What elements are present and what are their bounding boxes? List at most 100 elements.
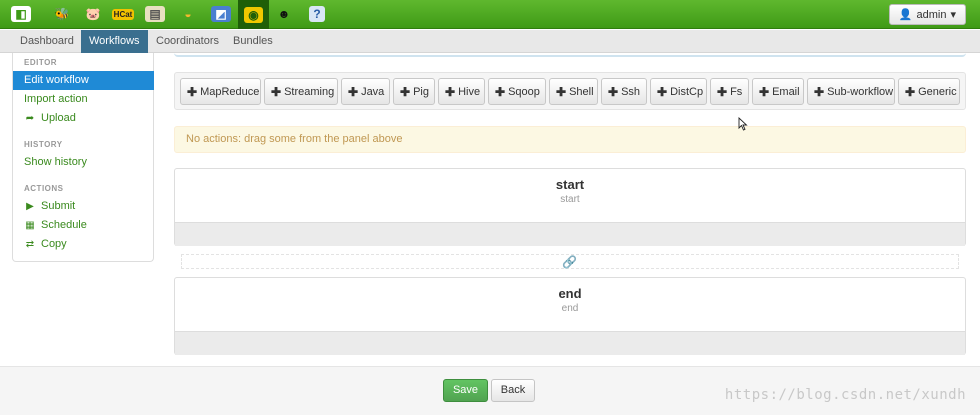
calendar-icon: ▦: [25, 220, 35, 231]
add-java-action-button[interactable]: ✚ Java: [341, 78, 390, 105]
add-sub-workflow-action-button[interactable]: ✚ Sub-workflow: [807, 78, 895, 105]
node-title: end: [558, 286, 582, 301]
no-actions-alert: No actions: drag some from the panel abo…: [174, 126, 966, 153]
sidebar-item-label: Submit: [41, 200, 76, 212]
help-glyph: ?: [309, 6, 325, 22]
action-button-label: Streaming: [284, 85, 335, 98]
add-sqoop-action-button[interactable]: ✚ Sqoop: [488, 78, 546, 105]
job-browser-glyph: ◩: [211, 6, 231, 22]
sidebar-item-show-history[interactable]: Show history: [13, 153, 154, 172]
mouse-cursor-icon: [738, 117, 748, 131]
move-icon: ✚: [717, 84, 728, 99]
user-label: admin: [916, 8, 947, 21]
node-subtitle: start: [560, 194, 580, 205]
add-fs-action-button[interactable]: ✚ Fs: [710, 78, 749, 105]
add-ssh-action-button[interactable]: ✚ Ssh: [601, 78, 647, 105]
action-button-label: Sub-workflow: [827, 85, 894, 98]
end-node[interactable]: end end: [174, 277, 966, 355]
action-button-label: MapReduce: [200, 85, 260, 98]
sub-navbar: Dashboard Workflows Coordinators Bundles: [0, 30, 980, 53]
main-panel-top-border: [174, 53, 966, 57]
home-app-glyph: ◧: [11, 6, 31, 22]
user-menu-button[interactable]: 👤 admin ▾: [888, 4, 966, 25]
move-icon: ✚: [187, 84, 198, 99]
pig-app-glyph: 🐷: [85, 7, 101, 21]
node-footer: [175, 331, 965, 355]
move-icon: ✚: [271, 84, 282, 99]
add-hive-action-button[interactable]: ✚ Hive: [438, 78, 485, 105]
tab-workflows[interactable]: Workflows: [81, 30, 148, 53]
move-icon: ✚: [608, 84, 619, 99]
play-icon: ▶: [26, 201, 34, 212]
add-streaming-action-button[interactable]: ✚ Streaming: [264, 78, 338, 105]
action-button-label: Hive: [458, 85, 481, 98]
pig-app-icon[interactable]: 🐷: [82, 3, 104, 25]
action-button-label: Shell: [569, 85, 594, 98]
sidebar-item-label: Copy: [41, 238, 67, 250]
sidebar-header-actions: ACTIONS: [24, 184, 64, 193]
sidebar-header-editor: EDITOR: [24, 58, 58, 67]
move-icon: ✚: [348, 84, 359, 99]
sidebar-item-label: Edit workflow: [24, 74, 89, 86]
sidebar-item-copy[interactable]: ⇄ Copy: [13, 235, 154, 254]
add-pig-action-button[interactable]: ✚ Pig: [393, 78, 435, 105]
share-arrow-icon: ➦: [25, 113, 35, 124]
job-designer-icon[interactable]: ◒: [177, 3, 199, 25]
watermark: https://blog.csdn.net/xundh: [724, 387, 966, 403]
beeswax-app-icon[interactable]: 🐝: [51, 3, 73, 25]
tab-bundles[interactable]: Bundles: [225, 30, 281, 53]
sidebar: EDITOR Edit workflow Import action ➦ Upl…: [12, 53, 154, 262]
user-admin-glyph: ☻: [277, 7, 291, 21]
oozie-app-glyph: ◉: [244, 6, 263, 23]
action-button-label: Pig: [413, 85, 429, 98]
sidebar-item-edit-workflow[interactable]: Edit workflow: [13, 71, 154, 90]
tab-dashboard[interactable]: Dashboard: [12, 30, 82, 53]
back-button[interactable]: Back: [491, 379, 535, 402]
user-admin-icon[interactable]: ☻: [273, 3, 295, 25]
action-button-label: Generic: [918, 85, 957, 98]
sidebar-item-label: Import action: [24, 93, 88, 105]
sidebar-item-label: Schedule: [41, 219, 87, 231]
action-button-label: Ssh: [621, 85, 641, 98]
move-icon: ✚: [556, 84, 567, 99]
file-browser-glyph: ▤: [145, 6, 165, 22]
sidebar-item-submit[interactable]: ▶ Submit: [13, 197, 154, 216]
add-mapreduce-action-button[interactable]: ✚ MapReduce: [180, 78, 261, 105]
link-icon: 🔗: [562, 255, 577, 269]
add-generic-action-button[interactable]: ✚ Generic: [898, 78, 960, 105]
node-footer: [175, 222, 965, 246]
add-distcp-action-button[interactable]: ✚ DistCp: [650, 78, 707, 105]
start-node[interactable]: start start: [174, 168, 966, 246]
add-shell-action-button[interactable]: ✚ Shell: [549, 78, 598, 105]
job-browser-icon[interactable]: ◩: [210, 3, 232, 25]
sidebar-item-label: Upload: [41, 112, 76, 124]
file-browser-icon[interactable]: ▤: [144, 3, 166, 25]
hcat-app-glyph: HCat: [111, 8, 135, 20]
node-subtitle: end: [561, 303, 579, 314]
user-icon: 👤: [898, 9, 913, 21]
sidebar-item-schedule[interactable]: ▦ Schedule: [13, 216, 154, 235]
tab-coordinators[interactable]: Coordinators: [148, 30, 227, 53]
sidebar-header-history: HISTORY: [24, 140, 63, 149]
oozie-app-icon[interactable]: ◉: [238, 0, 269, 29]
help-icon[interactable]: ?: [306, 3, 328, 25]
hcat-app-icon[interactable]: HCat: [111, 3, 135, 25]
action-button-label: Java: [361, 85, 385, 98]
save-button[interactable]: Save: [443, 379, 488, 402]
action-button-label: Sqoop: [508, 85, 540, 98]
action-button-label: Fs: [730, 85, 743, 98]
sidebar-item-upload[interactable]: ➦ Upload: [13, 109, 154, 128]
job-designer-glyph: ◒: [184, 7, 192, 21]
action-button-label: Email: [772, 85, 800, 98]
top-navbar: ◧ 🐝 🐷 HCat ▤ ◒ ◩ ◉ ☻? 👤 admin ▾: [0, 0, 980, 29]
move-icon: ✚: [400, 84, 411, 99]
sidebar-item-label: Show history: [24, 156, 87, 168]
move-icon: ✚: [814, 84, 825, 99]
home-app-icon[interactable]: ◧: [10, 3, 32, 25]
sidebar-item-import-action[interactable]: Import action: [13, 90, 154, 109]
move-icon: ✚: [445, 84, 456, 99]
add-email-action-button[interactable]: ✚ Email: [752, 78, 804, 105]
node-title: start: [555, 177, 585, 192]
retweet-icon: ⇄: [25, 239, 35, 250]
move-icon: ✚: [759, 84, 770, 99]
